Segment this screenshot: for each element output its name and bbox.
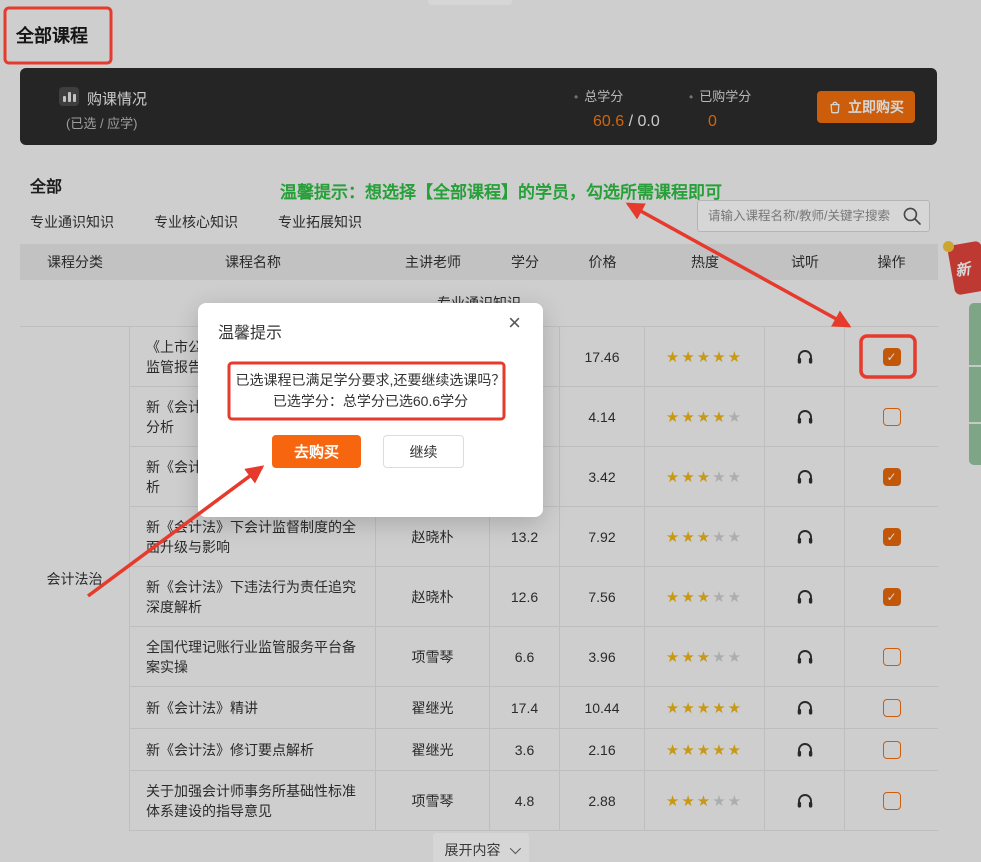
- close-icon[interactable]: ×: [502, 311, 527, 335]
- modal-message-line1: 已选课程已满足学分要求,还要继续选课吗？: [198, 370, 543, 391]
- continue-button[interactable]: 继续: [383, 435, 464, 468]
- go-purchase-button[interactable]: 去购买: [272, 435, 361, 468]
- modal-title: 温馨提示: [218, 319, 282, 343]
- modal-message: 已选课程已满足学分要求,还要继续选课吗？ 已选学分：总学分已选60.6学分: [198, 370, 543, 412]
- course-selection-page: 全部课程 购课情况 (已选 / 应学) •总学分 60.6 / 0.0 •已购学…: [0, 0, 981, 862]
- modal-message-line2: 已选学分：总学分已选60.6学分: [198, 391, 543, 412]
- tip-modal: 温馨提示 × 已选课程已满足学分要求,还要继续选课吗？ 已选学分：总学分已选60…: [198, 303, 543, 517]
